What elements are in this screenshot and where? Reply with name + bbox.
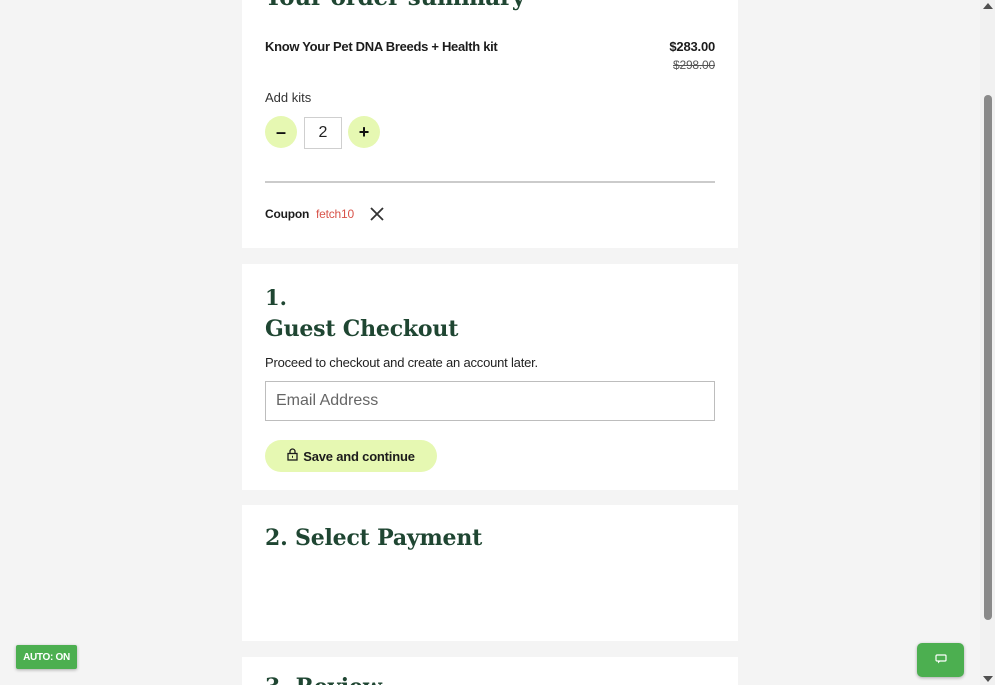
quantity-input[interactable]: 2 (304, 117, 342, 149)
product-name: Know Your Pet DNA Breeds + Health kit (265, 39, 498, 54)
chat-icon (934, 651, 947, 669)
remove-coupon-close-icon[interactable] (369, 206, 385, 222)
scroll-up-arrow-icon[interactable] (983, 3, 993, 9)
decrement-quantity-button[interactable]: – (265, 116, 297, 148)
review-title: 3. Review (265, 674, 382, 685)
coupon-label: Coupon (265, 207, 310, 221)
step-number: 1. (265, 285, 287, 310)
lock-icon (287, 448, 298, 464)
save-and-continue-button[interactable]: Save and continue (265, 440, 437, 472)
auto-on-badge[interactable]: AUTO: ON (16, 645, 77, 669)
order-summary-card: Your order summary Know Your Pet DNA Bre… (242, 0, 738, 248)
guest-checkout-description: Proceed to checkout and create an accoun… (265, 355, 538, 370)
select-payment-title: 2. Select Payment (265, 525, 483, 551)
increment-quantity-button[interactable]: + (348, 116, 380, 148)
review-card: 3. Review (242, 657, 738, 685)
guest-checkout-title: Guest Checkout (265, 316, 459, 342)
scroll-thumb[interactable] (984, 95, 992, 620)
product-price-original: $298.00 (673, 58, 715, 72)
order-summary-title: Your order summary (265, 0, 525, 11)
email-field[interactable] (265, 381, 715, 421)
add-kits-label: Add kits (265, 90, 312, 105)
save-button-label: Save and continue (303, 448, 415, 464)
summary-divider (265, 181, 715, 183)
page-scrollbar[interactable] (980, 0, 995, 685)
coupon-code: fetch10 (316, 207, 354, 221)
chat-button[interactable] (917, 643, 964, 677)
guest-checkout-card: 1. Guest Checkout Proceed to checkout an… (242, 264, 738, 490)
product-price-current: $283.00 (669, 39, 715, 54)
select-payment-card: 2. Select Payment (242, 505, 738, 641)
scroll-down-arrow-icon[interactable] (983, 676, 993, 682)
